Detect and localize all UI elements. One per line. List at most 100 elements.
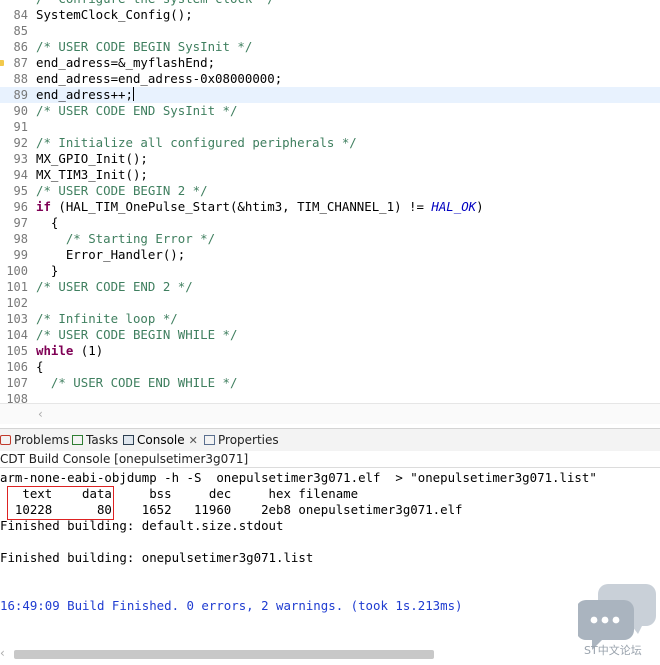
line-number: 108 — [6, 392, 28, 403]
line-number: 92 — [13, 136, 28, 150]
code-fragment: /* USER CODE END SysInit */ — [36, 103, 238, 118]
line-number: 105 — [6, 344, 28, 358]
tab-problems[interactable]: Problems — [0, 431, 69, 449]
line-number: 95 — [13, 184, 28, 198]
console-horizontal-scrollbar[interactable]: ‹ — [0, 646, 575, 661]
editor-horizontal-scrollbar[interactable]: ‹ — [0, 403, 660, 424]
line-number: 100 — [6, 264, 28, 278]
code-text: /* USER CODE BEGIN 2 */ — [36, 183, 208, 199]
code-fragment: (1) — [73, 343, 104, 358]
line-number: 101 — [6, 280, 28, 294]
console-icon — [123, 435, 134, 445]
code-line: 91 — [0, 119, 660, 135]
line-number: 87 — [13, 56, 28, 70]
code-line: 90 /* USER CODE END SysInit */ — [0, 103, 660, 119]
code-line: 105 while (1) — [0, 343, 660, 359]
line-number: 97 — [13, 216, 28, 230]
code-line: 98 /* Starting Error */ — [0, 231, 660, 247]
tab-console[interactable]: Console ✕ — [123, 431, 198, 449]
watermark-text: ST中文论坛 — [584, 644, 642, 657]
code-line: 88 end_adress=end_adress-0x08000000; — [0, 71, 660, 87]
code-text: /* USER CODE BEGIN SysInit */ — [36, 39, 252, 55]
code-line: 97 { — [0, 215, 660, 231]
code-text: /* Initialize all configured peripherals… — [36, 135, 357, 151]
line-number: 96 — [13, 200, 28, 214]
tab-properties[interactable]: Properties — [204, 431, 279, 449]
size-highlight-box — [7, 486, 114, 520]
code-line: 103 /* Infinite loop */ — [0, 311, 660, 327]
console-title: CDT Build Console [onepulsetimer3g071] — [0, 451, 660, 468]
code-fragment: /* USER CODE END WHILE */ — [36, 375, 238, 390]
code-editor[interactable]: /* Configure the system clock */ 84 Syste… — [0, 0, 660, 403]
code-text: /* Infinite loop */ — [36, 311, 178, 327]
code-line: 84 SystemClock_Config(); — [0, 7, 660, 23]
code-line: 95 /* USER CODE BEGIN 2 */ — [0, 183, 660, 199]
code-text: { — [36, 359, 43, 375]
code-line: 104 /* USER CODE BEGIN WHILE */ — [0, 327, 660, 343]
code-fragment: MX_GPIO_Init(); — [36, 151, 148, 166]
views-tab-bar: Problems Tasks Console ✕ Properties — [0, 428, 660, 451]
code-line: 93 MX_GPIO_Init(); — [0, 151, 660, 167]
code-text: Error_Handler(); — [36, 247, 185, 263]
code-line: 85 — [0, 23, 660, 39]
code-text: SystemClock_Config(); — [36, 7, 193, 23]
code-line: 100 } — [0, 263, 660, 279]
code-fragment: /* USER CODE BEGIN WHILE */ — [36, 327, 238, 342]
code-text: } — [36, 263, 58, 279]
line-number: 89 — [13, 88, 28, 102]
code-text: /* Starting Error */ — [36, 231, 215, 247]
code-line: 107 /* USER CODE END WHILE */ — [0, 375, 660, 391]
code-fragment: Error_Handler(); — [36, 247, 186, 262]
code-fragment: } — [36, 263, 59, 278]
code-fragment: /* USER CODE BEGIN 2 */ — [36, 183, 208, 198]
line-number: 103 — [6, 312, 28, 326]
line-number: 99 — [13, 248, 28, 262]
tasks-icon — [72, 435, 83, 445]
console-line: arm-none-eabi-objdump -h -S onepulsetime… — [0, 470, 597, 485]
code-fragment: ) — [476, 199, 484, 214]
problems-icon — [0, 435, 11, 445]
line-number: 93 — [13, 152, 28, 166]
code-fragment: MX_TIM3_Init(); — [36, 167, 148, 182]
code-text: end_adress=end_adress-0x08000000; — [36, 71, 282, 87]
tab-tasks[interactable]: Tasks — [72, 431, 118, 449]
console-line: Finished building: onepulsetimer3g071.li… — [0, 550, 314, 565]
code-fragment: end_adress=end_adress-0x08000000; — [36, 71, 283, 86]
code-text: end_adress=&_myflashEnd; — [36, 55, 215, 71]
code-text: end_adress++; — [36, 87, 134, 103]
code-text: MX_GPIO_Init(); — [36, 151, 148, 167]
line-number: 106 — [6, 360, 28, 374]
line-number: 84 — [13, 8, 28, 22]
code-fragment: { — [36, 215, 59, 230]
line-number: 102 — [6, 296, 28, 310]
code-line: 89 end_adress++; — [0, 87, 660, 103]
scrollbar-thumb[interactable] — [14, 650, 434, 659]
code-line: 96 if (HAL_TIM_OnePulse_Start(&htim3, TIM… — [0, 199, 660, 215]
keyword: if — [36, 199, 51, 214]
close-icon[interactable]: ✕ — [189, 434, 198, 447]
line-number: 91 — [13, 120, 28, 134]
scroll-left-icon[interactable]: ‹ — [0, 646, 5, 660]
code-fragment: (HAL_TIM_OnePulse_Start(&htim3, TIM_CHAN… — [50, 199, 432, 214]
line-number: 88 — [13, 72, 28, 86]
code-text: MX_TIM3_Init(); — [36, 167, 148, 183]
code-fragment: /* Infinite loop */ — [36, 311, 178, 326]
code-fragment: /* Starting Error */ — [36, 231, 216, 246]
code-fragment: /* USER CODE END 2 */ — [36, 279, 193, 294]
code-fragment: end_adress=&_myflashEnd; — [36, 55, 216, 70]
code-line: 106 { — [0, 359, 660, 375]
console-line: Finished building: default.size.stdout — [0, 518, 284, 533]
line-number: 86 — [13, 40, 28, 54]
code-text: if (HAL_TIM_OnePulse_Start(&htim3, TIM_C… — [36, 199, 484, 215]
warning-marker-icon[interactable] — [0, 60, 4, 66]
code-fragment: end_adress++; — [36, 87, 133, 102]
code-fragment: /* USER CODE BEGIN SysInit */ — [36, 39, 253, 54]
code-text: /* USER CODE END SysInit */ — [36, 103, 237, 119]
code-text: { — [36, 215, 58, 231]
properties-icon — [204, 435, 215, 445]
code-line: 108 — [0, 391, 660, 403]
line-number: 94 — [13, 168, 28, 182]
code-text: /* USER CODE END 2 */ — [36, 279, 193, 295]
scroll-left-icon[interactable]: ‹ — [38, 407, 43, 421]
code-line: 92 /* Initialize all configured periphera… — [0, 135, 660, 151]
